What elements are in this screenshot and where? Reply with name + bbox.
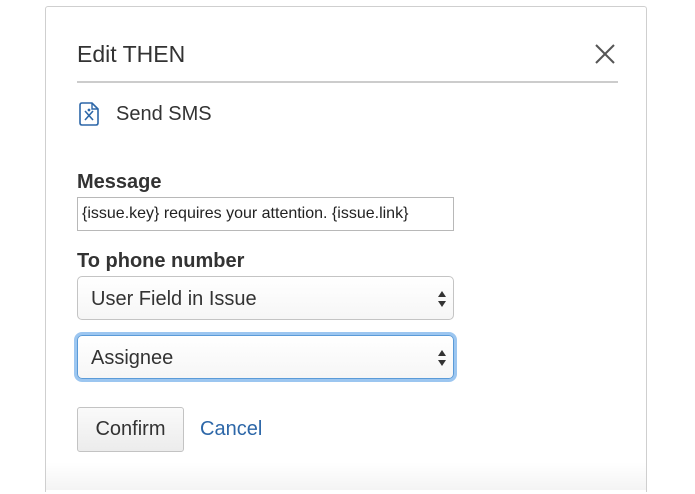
action-summary: Send SMS: [78, 101, 212, 127]
sms-icon: [79, 102, 99, 126]
phone-source-value: User Field in Issue: [91, 288, 257, 310]
confirm-button[interactable]: Confirm: [77, 407, 184, 452]
phone-field-value: Assignee: [91, 347, 174, 369]
title-divider: [77, 81, 618, 83]
close-button[interactable]: [594, 43, 616, 65]
phone-field-select[interactable]: Assignee: [77, 335, 454, 379]
select-arrows-icon: [438, 350, 446, 366]
close-icon: [595, 44, 615, 64]
action-label: Send SMS: [116, 102, 212, 125]
phone-source-select[interactable]: User Field in Issue: [77, 276, 454, 320]
cancel-link[interactable]: Cancel: [200, 418, 262, 441]
dialog-footer-shade: [45, 462, 647, 490]
dialog-title: Edit THEN: [77, 41, 186, 67]
message-label: Message: [77, 171, 162, 193]
edit-then-dialog: Edit THEN Send SMS Message To phone numb…: [45, 6, 647, 492]
message-input[interactable]: [77, 197, 454, 231]
select-arrows-icon: [438, 291, 446, 307]
phone-number-label: To phone number: [77, 250, 245, 272]
